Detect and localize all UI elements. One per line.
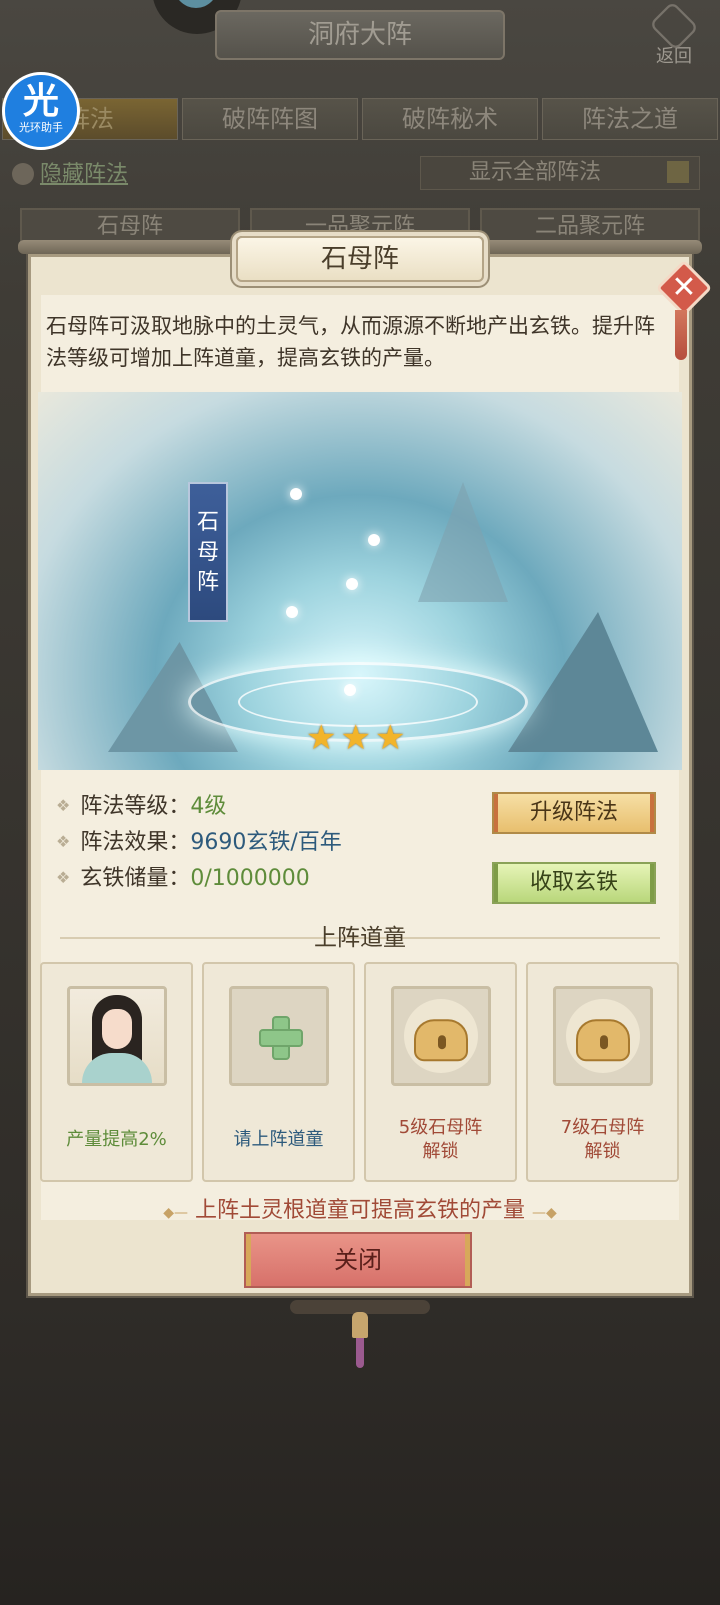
hide-formation-link[interactable]: 隐藏阵法 (12, 156, 128, 188)
upgrade-formation-button[interactable]: 升级阵法 (492, 792, 656, 834)
locked-slot-frame (390, 986, 491, 1086)
tassel-decoration (356, 1338, 364, 1368)
close-icon[interactable]: ✕ (655, 259, 713, 317)
tab-break-map[interactable]: 破阵阵图 (182, 98, 358, 140)
star-rating: ★ ★ ★ (306, 718, 405, 758)
star-icon: ★ (306, 718, 337, 758)
lock-icon (575, 1019, 630, 1062)
locked-slot-frame (552, 986, 653, 1086)
page-title: 洞府大阵 (215, 10, 505, 60)
slot-unlock-level: 7级石母阵 (560, 1117, 645, 1138)
stat-level-label: 阵法等级： (80, 794, 191, 819)
slot-unlock-label: 解锁 (422, 1141, 459, 1162)
close-button[interactable]: 关闭 (244, 1232, 472, 1288)
stat-effect-label: 阵法效果： (80, 830, 191, 855)
ornament-icon: —◆ (532, 1205, 557, 1221)
stat-storage-label: 玄铁储量： (80, 866, 191, 891)
bell-icon (352, 1312, 368, 1338)
stat-effect-value: 9690玄铁/百年 (190, 830, 342, 855)
disciple-slots: 产量提高2% 请上阵道童 5级石母阵 解锁 7级石母阵 解锁 (40, 962, 680, 1182)
dialog-title: 石母阵 (236, 236, 484, 282)
assistant-label: 光环助手 (19, 121, 63, 134)
slot-text: 7级石母阵 解锁 (528, 1116, 677, 1164)
filter-dropdown[interactable]: 显示全部阵法 (420, 156, 700, 190)
hide-formation-label: 隐藏阵法 (40, 162, 129, 187)
formation-description: 石母阵可汲取地脉中的土灵气，从而源源不断地产出玄铁。提升阵法等级可增加上阵道童，… (46, 314, 655, 370)
lock-icon (413, 1019, 468, 1062)
art-formation-label: 石母阵 (188, 482, 228, 622)
plus-icon (258, 1016, 303, 1060)
chevron-down-icon (667, 161, 689, 183)
filter-label: 显示全部阵法 (469, 160, 602, 185)
diamond-bullet-icon: ❖ (56, 796, 71, 815)
disciple-slot-locked[interactable]: 7级石母阵 解锁 (526, 962, 679, 1182)
collect-iron-button[interactable]: 收取玄铁 (492, 862, 656, 904)
top-tabs: 阵法 破阵阵图 破阵秘术 阵法之道 (0, 98, 720, 140)
slot-text: 请上阵道童 (233, 1129, 324, 1150)
disciple-slot-locked[interactable]: 5级石母阵 解锁 (364, 962, 517, 1182)
star-icon: ★ (374, 718, 406, 758)
star-icon: ★ (340, 718, 371, 758)
formation-artwork: 石母阵 ★ ★ ★ (38, 392, 682, 770)
disciple-slot[interactable]: 产量提高2% (40, 962, 193, 1182)
tab-break-skill[interactable]: 破阵秘术 (362, 98, 538, 140)
tab-formation-way[interactable]: 阵法之道 (542, 98, 718, 140)
hint-text: ◆— 上阵土灵根道童可提高玄铁的产量 —◆ (60, 1192, 660, 1224)
diamond-bullet-icon: ❖ (56, 868, 71, 887)
assistant-floating-button[interactable]: 光 光环助手 (2, 72, 80, 150)
back-button[interactable]: 返回 (638, 1, 710, 72)
diamond-bullet-icon: ❖ (56, 832, 71, 851)
disciple-portrait (66, 986, 167, 1086)
section-title: 上阵道童 (60, 920, 660, 956)
stat-level-value: 4级 (190, 794, 227, 819)
slot-unlock-label: 解锁 (584, 1141, 621, 1162)
ornament-icon: ◆— (163, 1205, 188, 1221)
slot-text: 5级石母阵 解锁 (366, 1116, 515, 1164)
hint-message: 上阵土灵根道童可提高玄铁的产量 (194, 1198, 525, 1223)
slot-unlock-level: 5级石母阵 (398, 1117, 483, 1138)
add-slot-frame (228, 986, 329, 1086)
disciple-slot[interactable]: 请上阵道童 (202, 962, 355, 1182)
stat-storage-value: 0/1000000 (190, 866, 310, 891)
section-title-text: 上阵道童 (314, 925, 406, 951)
slot-text: 产量提高2% (66, 1129, 167, 1150)
tassel-decoration (675, 310, 687, 360)
skull-icon (12, 163, 34, 185)
